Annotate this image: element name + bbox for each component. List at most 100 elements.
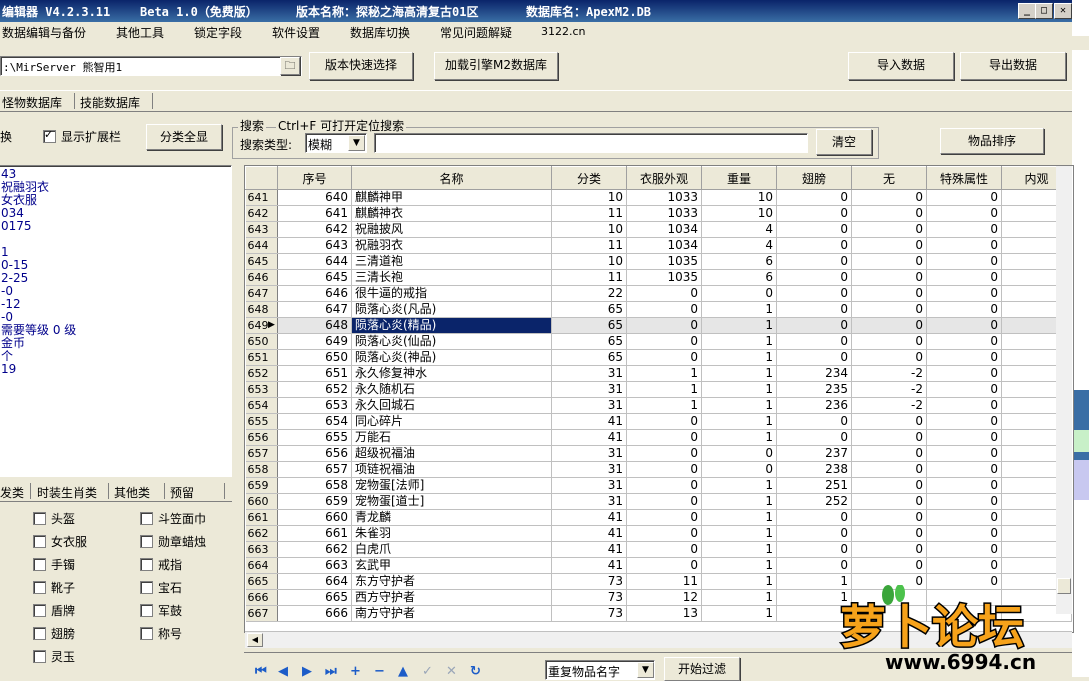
table-cell[interactable]: 1 [626,365,702,382]
table-cell[interactable]: 0 [776,429,852,446]
table-cell[interactable]: 6 [701,253,777,270]
table-cell[interactable]: 1 [701,509,777,526]
table-cell[interactable]: 0 [851,445,927,462]
table-cell[interactable]: 1 [701,541,777,558]
table-cell[interactable]: 1 [701,365,777,382]
column-header[interactable]: 重量 [701,166,777,190]
table-row[interactable]: 651650陨落心炎(神品)65010001: [245,349,1072,366]
table-row[interactable]: 658657项链祝福油3100238002( [245,461,1072,478]
table-cell[interactable]: 0 [626,541,702,558]
item-name-cell[interactable]: 陨落心炎(精品) [351,317,552,334]
table-cell[interactable]: 653 [277,397,352,414]
table-cell[interactable]: 41 [551,413,627,430]
table-row[interactable]: 652651永久修复神水3111234-202: [245,365,1072,382]
table-cell[interactable]: 1034 [626,221,702,238]
table-cell[interactable]: 0 [926,541,1002,558]
table-row[interactable]: 654653永久回城石3111236-201( [245,397,1072,414]
table-row[interactable]: 641640麒麟神甲101033100001( [245,189,1072,206]
item-name-cell[interactable]: 永久随机石 [351,381,552,398]
table-cell[interactable]: 11 [551,269,627,286]
grid-vertical-scrollbar[interactable] [1056,166,1072,614]
table-cell[interactable]: 0 [626,557,702,574]
table-cell[interactable]: 0 [776,189,852,206]
table-cell[interactable]: 11 [551,205,627,222]
table-cell[interactable]: 1 [626,397,702,414]
table-cell[interactable]: 41 [551,509,627,526]
row-indicator[interactable]: 657 [245,445,278,462]
table-row[interactable]: 649648陨落心炎(精品)65010001: [245,317,1072,334]
row-indicator[interactable]: 660 [245,493,278,510]
table-cell[interactable]: 4 [701,221,777,238]
table-cell[interactable]: 0 [926,269,1002,286]
table-cell[interactable]: 1 [701,605,777,622]
category-checkbox[interactable] [140,558,153,571]
category-all-button[interactable]: 分类全显 [146,124,222,150]
clear-button[interactable]: 清空 [816,129,872,155]
table-cell[interactable]: 0 [926,253,1002,270]
item-name-cell[interactable]: 青龙麟 [351,509,552,526]
table-cell[interactable]: 0 [626,301,702,318]
column-header[interactable]: 名称 [351,166,552,190]
row-indicator[interactable]: 666 [245,589,278,606]
table-cell[interactable]: 1033 [626,205,702,222]
table-cell[interactable]: 1 [701,301,777,318]
table-cell[interactable]: 0 [626,413,702,430]
table-cell[interactable]: 1 [701,589,777,606]
table-cell[interactable]: 1 [701,477,777,494]
table-cell[interactable]: 1 [701,557,777,574]
menu-data-edit[interactable]: 数据编辑与备份 [2,24,86,41]
item-name-cell[interactable]: 很牛逼的戒指 [351,285,552,302]
table-cell[interactable]: 1 [701,525,777,542]
table-cell[interactable]: 0 [926,221,1002,238]
table-cell[interactable]: 0 [851,461,927,478]
item-data-grid[interactable]: 序号 名称 分类 衣服外观 重量 翅膀 无 特殊属性 内观 641 640 麒麟神甲… [244,165,1074,633]
row-indicator[interactable]: 650 [245,333,278,350]
table-cell[interactable]: 0 [776,253,852,270]
column-header[interactable]: 无 [851,166,927,190]
column-header[interactable]: 特殊属性 [926,166,1002,190]
category-checkbox[interactable] [33,512,46,525]
table-cell[interactable]: 666 [277,605,352,622]
table-cell[interactable]: 0 [926,461,1002,478]
chevron-down-icon[interactable]: ▼ [637,662,654,678]
table-cell[interactable]: 661 [277,525,352,542]
row-indicator[interactable]: 648 [245,301,278,318]
menu-site-link[interactable]: 3122.cn [541,25,586,38]
quick-select-button[interactable]: 版本快速选择 [309,52,413,80]
show-ext-checkbox[interactable] [43,128,56,143]
table-cell[interactable]: 1 [701,429,777,446]
table-cell[interactable]: 643 [277,237,352,254]
table-row[interactable]: 655654同心碎片41010002 [245,413,1072,430]
table-cell[interactable]: 1 [701,381,777,398]
table-cell[interactable]: 41 [551,525,627,542]
table-cell[interactable]: 0 [926,557,1002,574]
table-row[interactable]: 660659宠物蛋[道士]3101252002: [245,493,1072,510]
table-cell[interactable]: 0 [926,525,1002,542]
row-indicator[interactable]: 667 [245,605,278,622]
table-cell[interactable]: 1 [701,317,777,334]
table-cell[interactable]: 0 [776,237,852,254]
item-name-cell[interactable]: 陨落心炎(仙品) [351,333,552,350]
table-cell[interactable]: 655 [277,429,352,446]
table-cell[interactable]: 0 [851,525,927,542]
table-cell[interactable]: 0 [851,301,927,318]
table-cell[interactable]: 0 [926,365,1002,382]
table-cell[interactable]: 4 [701,237,777,254]
item-name-cell[interactable]: 祝融羽衣 [351,237,552,254]
table-cell[interactable]: 0 [851,237,927,254]
item-name-cell[interactable]: 永久回城石 [351,397,552,414]
table-cell[interactable]: 237 [776,445,852,462]
category-checkbox[interactable] [140,535,153,548]
item-name-cell[interactable]: 麒麟神衣 [351,205,552,222]
row-indicator[interactable]: 663 [245,541,278,558]
table-cell[interactable]: 0 [926,509,1002,526]
table-cell[interactable]: 648 [277,317,352,334]
table-cell[interactable]: 657 [277,461,352,478]
table-cell[interactable]: 0 [776,301,852,318]
table-cell[interactable]: 0 [926,189,1002,206]
row-indicator[interactable]: 642 [245,205,278,222]
tab-fashion[interactable]: 时装生肖类 [37,484,97,501]
item-name-cell[interactable]: 东方守护者 [351,573,552,590]
table-cell[interactable]: 641 [277,205,352,222]
row-indicator[interactable]: 651 [245,349,278,366]
